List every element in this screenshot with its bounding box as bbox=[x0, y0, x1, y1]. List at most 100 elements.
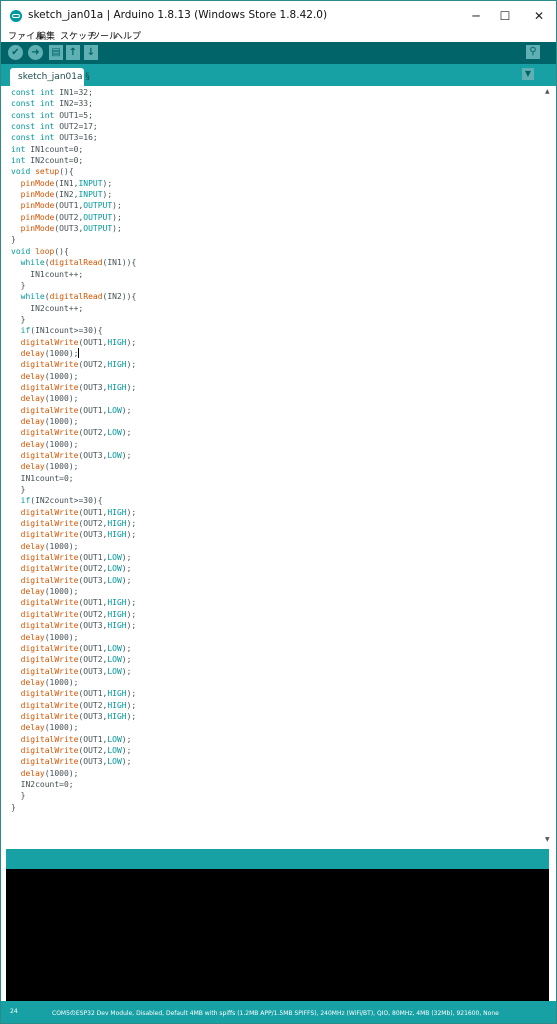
save-button[interactable]: ↓ bbox=[84, 45, 98, 60]
tab-menu-button[interactable]: ▼ bbox=[522, 68, 534, 80]
code-line[interactable]: IN2count++; bbox=[11, 303, 136, 314]
code-line[interactable]: while(digitalRead(IN2)){ bbox=[11, 291, 137, 302]
console-output[interactable] bbox=[6, 869, 549, 1001]
code-line[interactable]: int IN1count=0; bbox=[11, 144, 136, 155]
new-file-icon: ▤ bbox=[51, 47, 61, 58]
code-line[interactable]: delay(1000); bbox=[11, 461, 136, 472]
message-bar bbox=[6, 849, 549, 869]
code-line[interactable]: pinMode(OUT1,OUTPUT); bbox=[11, 200, 136, 211]
code-line[interactable]: const int IN1=32; bbox=[11, 87, 136, 98]
code-line[interactable]: digitalWrite(OUT1,LOW); bbox=[11, 734, 136, 745]
code-line[interactable]: digitalWrite(OUT1,LOW); bbox=[11, 405, 136, 416]
chevron-down-icon: ▼ bbox=[524, 69, 532, 78]
code-line[interactable]: delay(1000); bbox=[11, 439, 136, 450]
code-line[interactable]: digitalWrite(OUT2,LOW); bbox=[11, 427, 136, 438]
board-info: COM5のESP32 Dev Module, Disabled, Default… bbox=[52, 1010, 499, 1017]
code-line[interactable]: delay(1000); bbox=[11, 677, 136, 688]
code-line[interactable]: digitalWrite(OUT1,HIGH); bbox=[11, 688, 137, 699]
code-line[interactable]: digitalWrite(OUT3,LOW); bbox=[11, 575, 136, 586]
code-line[interactable]: digitalWrite(OUT1,LOW); bbox=[11, 643, 136, 654]
code-line[interactable]: const int IN2=33; bbox=[11, 98, 136, 109]
code-editor[interactable]: const int IN1=32; const int IN2=33; const … bbox=[6, 86, 550, 846]
code-line[interactable]: int IN2count=0; bbox=[11, 155, 136, 166]
code-line[interactable]: IN2count=0; bbox=[11, 779, 136, 790]
code-line[interactable]: void setup(){ bbox=[11, 166, 136, 177]
code-line[interactable]: delay(1000); bbox=[11, 586, 136, 597]
code-line[interactable]: digitalWrite(OUT2,LOW); bbox=[11, 654, 136, 665]
code-line[interactable]: while(digitalRead(IN1)){ bbox=[11, 257, 137, 268]
code-line[interactable]: pinMode(OUT2,OUTPUT); bbox=[11, 212, 136, 223]
menu-bar: ファイル 編集 スケッチ ツール ヘルプ bbox=[1, 28, 556, 42]
code-line[interactable]: pinMode(IN2,INPUT); bbox=[11, 189, 136, 200]
code-line[interactable]: digitalWrite(OUT3,HIGH); bbox=[11, 529, 137, 540]
code-line[interactable]: delay(1000); bbox=[11, 348, 136, 359]
code-line[interactable]: digitalWrite(OUT3,LOW); bbox=[11, 450, 136, 461]
close-button[interactable]: ✕ bbox=[519, 1, 556, 31]
code-line[interactable]: const int OUT1=5; bbox=[11, 110, 136, 121]
window-title: sketch_jan01a | Arduino 1.8.13 (Windows … bbox=[28, 9, 328, 21]
arduino-logo-icon bbox=[10, 10, 22, 22]
code-line[interactable]: digitalWrite(OUT1,HIGH); bbox=[11, 337, 137, 348]
menu-help[interactable]: ヘルプ bbox=[114, 29, 141, 42]
arduino-ide-window: sketch_jan01a | Arduino 1.8.13 (Windows … bbox=[0, 0, 557, 1024]
line-number: 24 bbox=[10, 1008, 18, 1015]
code-line[interactable]: delay(1000); bbox=[11, 393, 136, 404]
code-line[interactable]: digitalWrite(OUT2,HIGH); bbox=[11, 609, 137, 620]
code-line[interactable]: const int OUT3=16; bbox=[11, 132, 136, 143]
code-line[interactable]: pinMode(IN1,INPUT); bbox=[11, 178, 136, 189]
status-bar: 24 COM5のESP32 Dev Module, Disabled, Defa… bbox=[1, 1001, 556, 1023]
code-line[interactable]: digitalWrite(OUT3,HIGH); bbox=[11, 620, 137, 631]
upload-button[interactable]: ➜ bbox=[28, 45, 43, 60]
arrow-right-icon: ➜ bbox=[31, 47, 40, 58]
code-line[interactable]: delay(1000); bbox=[11, 416, 136, 427]
code-line[interactable]: delay(1000); bbox=[11, 722, 136, 733]
code-line[interactable]: digitalWrite(OUT2,LOW); bbox=[11, 745, 136, 756]
code-line[interactable]: delay(1000); bbox=[11, 541, 136, 552]
code-line[interactable]: } bbox=[11, 314, 136, 325]
new-button[interactable]: ▤ bbox=[49, 45, 63, 60]
code-line[interactable]: digitalWrite(OUT3,LOW); bbox=[11, 756, 136, 767]
menu-edit[interactable]: 編集 bbox=[37, 29, 55, 42]
code-line[interactable]: delay(1000); bbox=[11, 371, 136, 382]
code-line[interactable]: const int OUT2=17; bbox=[11, 121, 136, 132]
code-line[interactable]: } bbox=[11, 280, 136, 291]
arrow-down-icon: ↓ bbox=[86, 47, 96, 58]
code-line[interactable]: delay(1000); bbox=[11, 768, 136, 779]
verify-button[interactable]: ✔ bbox=[8, 45, 23, 60]
code-line[interactable]: pinMode(OUT3,OUTPUT); bbox=[11, 223, 136, 234]
code-line[interactable]: if(IN2count>=30){ bbox=[11, 495, 136, 506]
code-line[interactable]: if(IN1count>=30){ bbox=[11, 325, 136, 336]
magnifier-icon: ⚲ bbox=[529, 46, 537, 57]
code-line[interactable]: digitalWrite(OUT1,HIGH); bbox=[11, 597, 137, 608]
code-line[interactable]: } bbox=[11, 802, 136, 813]
code-line[interactable]: digitalWrite(OUT1,LOW); bbox=[11, 552, 136, 563]
code-line[interactable]: IN1count++; bbox=[11, 269, 136, 280]
code-line[interactable]: delay(1000); bbox=[11, 632, 136, 643]
code-line[interactable]: digitalWrite(OUT3,HIGH); bbox=[11, 382, 137, 393]
toolbar: ✔ ➜ ▤ ↑ ↓ ⚲ bbox=[1, 42, 556, 64]
code-line[interactable]: digitalWrite(OUT2,HIGH); bbox=[11, 518, 137, 529]
checkmark-icon: ✔ bbox=[11, 47, 20, 58]
code-line[interactable]: digitalWrite(OUT2,HIGH); bbox=[11, 359, 137, 370]
code-line[interactable]: digitalWrite(OUT2,HIGH); bbox=[11, 700, 137, 711]
text-cursor bbox=[78, 348, 80, 359]
code-line[interactable]: IN1count=0; bbox=[11, 473, 136, 484]
code-line[interactable]: digitalWrite(OUT2,LOW); bbox=[11, 563, 136, 574]
open-button[interactable]: ↑ bbox=[66, 45, 80, 60]
code-line[interactable]: } bbox=[11, 234, 136, 245]
title-bar: sketch_jan01a | Arduino 1.8.13 (Windows … bbox=[1, 1, 556, 31]
code-line[interactable]: digitalWrite(OUT1,HIGH); bbox=[11, 507, 137, 518]
arrow-up-icon: ↑ bbox=[68, 47, 78, 58]
code-line[interactable]: void loop(){ bbox=[11, 246, 136, 257]
tab-label: sketch_jan01a § bbox=[18, 72, 90, 82]
scroll-up-icon[interactable]: ▲ bbox=[545, 88, 550, 95]
scroll-down-icon[interactable]: ▼ bbox=[545, 836, 550, 843]
code-line[interactable]: } bbox=[11, 790, 136, 801]
serial-monitor-button[interactable]: ⚲ bbox=[526, 45, 540, 59]
code-line[interactable]: digitalWrite(OUT3,HIGH); bbox=[11, 711, 137, 722]
code-line[interactable]: } bbox=[11, 484, 136, 495]
editor-scrollbar[interactable]: ▲ ▼ bbox=[543, 86, 550, 846]
code-line[interactable]: digitalWrite(OUT3,LOW); bbox=[11, 666, 136, 677]
tab-sketch[interactable]: sketch_jan01a § bbox=[10, 68, 90, 86]
code-text[interactable]: const int IN1=32; const int IN2=33; const … bbox=[11, 87, 136, 813]
